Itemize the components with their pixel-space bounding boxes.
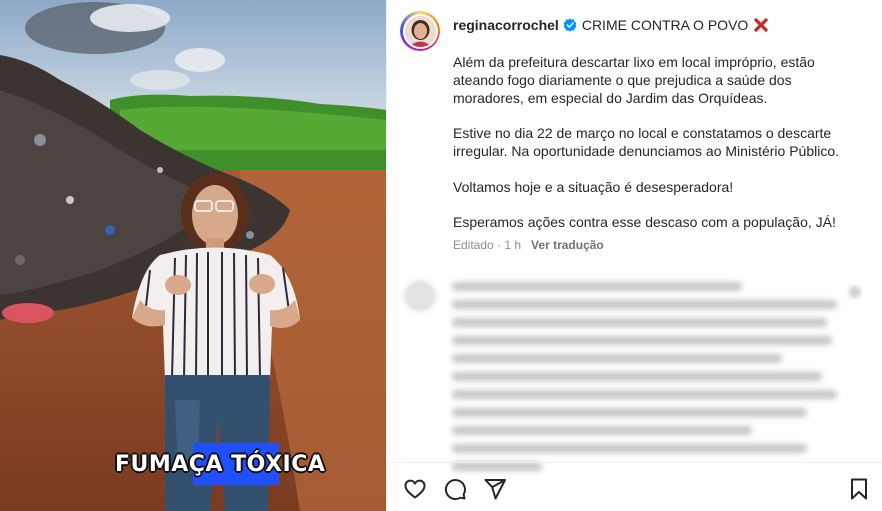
media-scene (0, 0, 386, 511)
author-username[interactable]: reginacorrochel (453, 16, 559, 34)
cross-mark-icon (754, 18, 768, 32)
verified-badge-icon (563, 18, 577, 32)
see-translation-link[interactable]: Ver tradução (531, 238, 604, 252)
caption-paragraph: Estive no dia 22 de março no local e con… (453, 125, 839, 159)
save-button[interactable] (846, 476, 872, 502)
post-caption: Além da prefeitura descartar lixo em loc… (453, 54, 863, 232)
bookmark-icon (851, 478, 867, 500)
comment-text-blurred (452, 278, 852, 480)
comment-avatar (404, 280, 436, 312)
caption-paragraph: Esperamos ações contra esse descaso com … (453, 214, 836, 231)
caption-overlay: FUMAÇA TÓXICA (109, 443, 331, 485)
edited-timestamp: Editado · 1 h (453, 238, 522, 252)
comment-like-icon[interactable] (849, 286, 861, 298)
share-icon (484, 479, 506, 500)
caption-paragraph: Voltamos hoje e a situação é desesperado… (453, 178, 734, 195)
post-title: CRIME CONTRA O POVO (581, 17, 749, 33)
post-meta: Editado · 1 h Ver tradução (453, 238, 604, 252)
like-button[interactable] (402, 476, 428, 502)
caption-paragraph: Além da prefeitura descartar lixo em loc… (453, 54, 815, 106)
post-panel: reginacorrochel CRIME CONTRA O POVO Além… (386, 0, 882, 511)
author-avatar[interactable] (400, 11, 440, 51)
heart-icon (404, 479, 426, 499)
blurred-comment (400, 278, 875, 471)
comment-icon (444, 479, 466, 501)
comment-button[interactable] (442, 476, 468, 502)
share-button[interactable] (482, 476, 508, 502)
post-header: reginacorrochel CRIME CONTRA O POVO (453, 16, 769, 34)
post-media[interactable]: FUMAÇA TÓXICA (0, 0, 386, 511)
caption-overlay-text: FUMAÇA TÓXICA (115, 451, 326, 477)
